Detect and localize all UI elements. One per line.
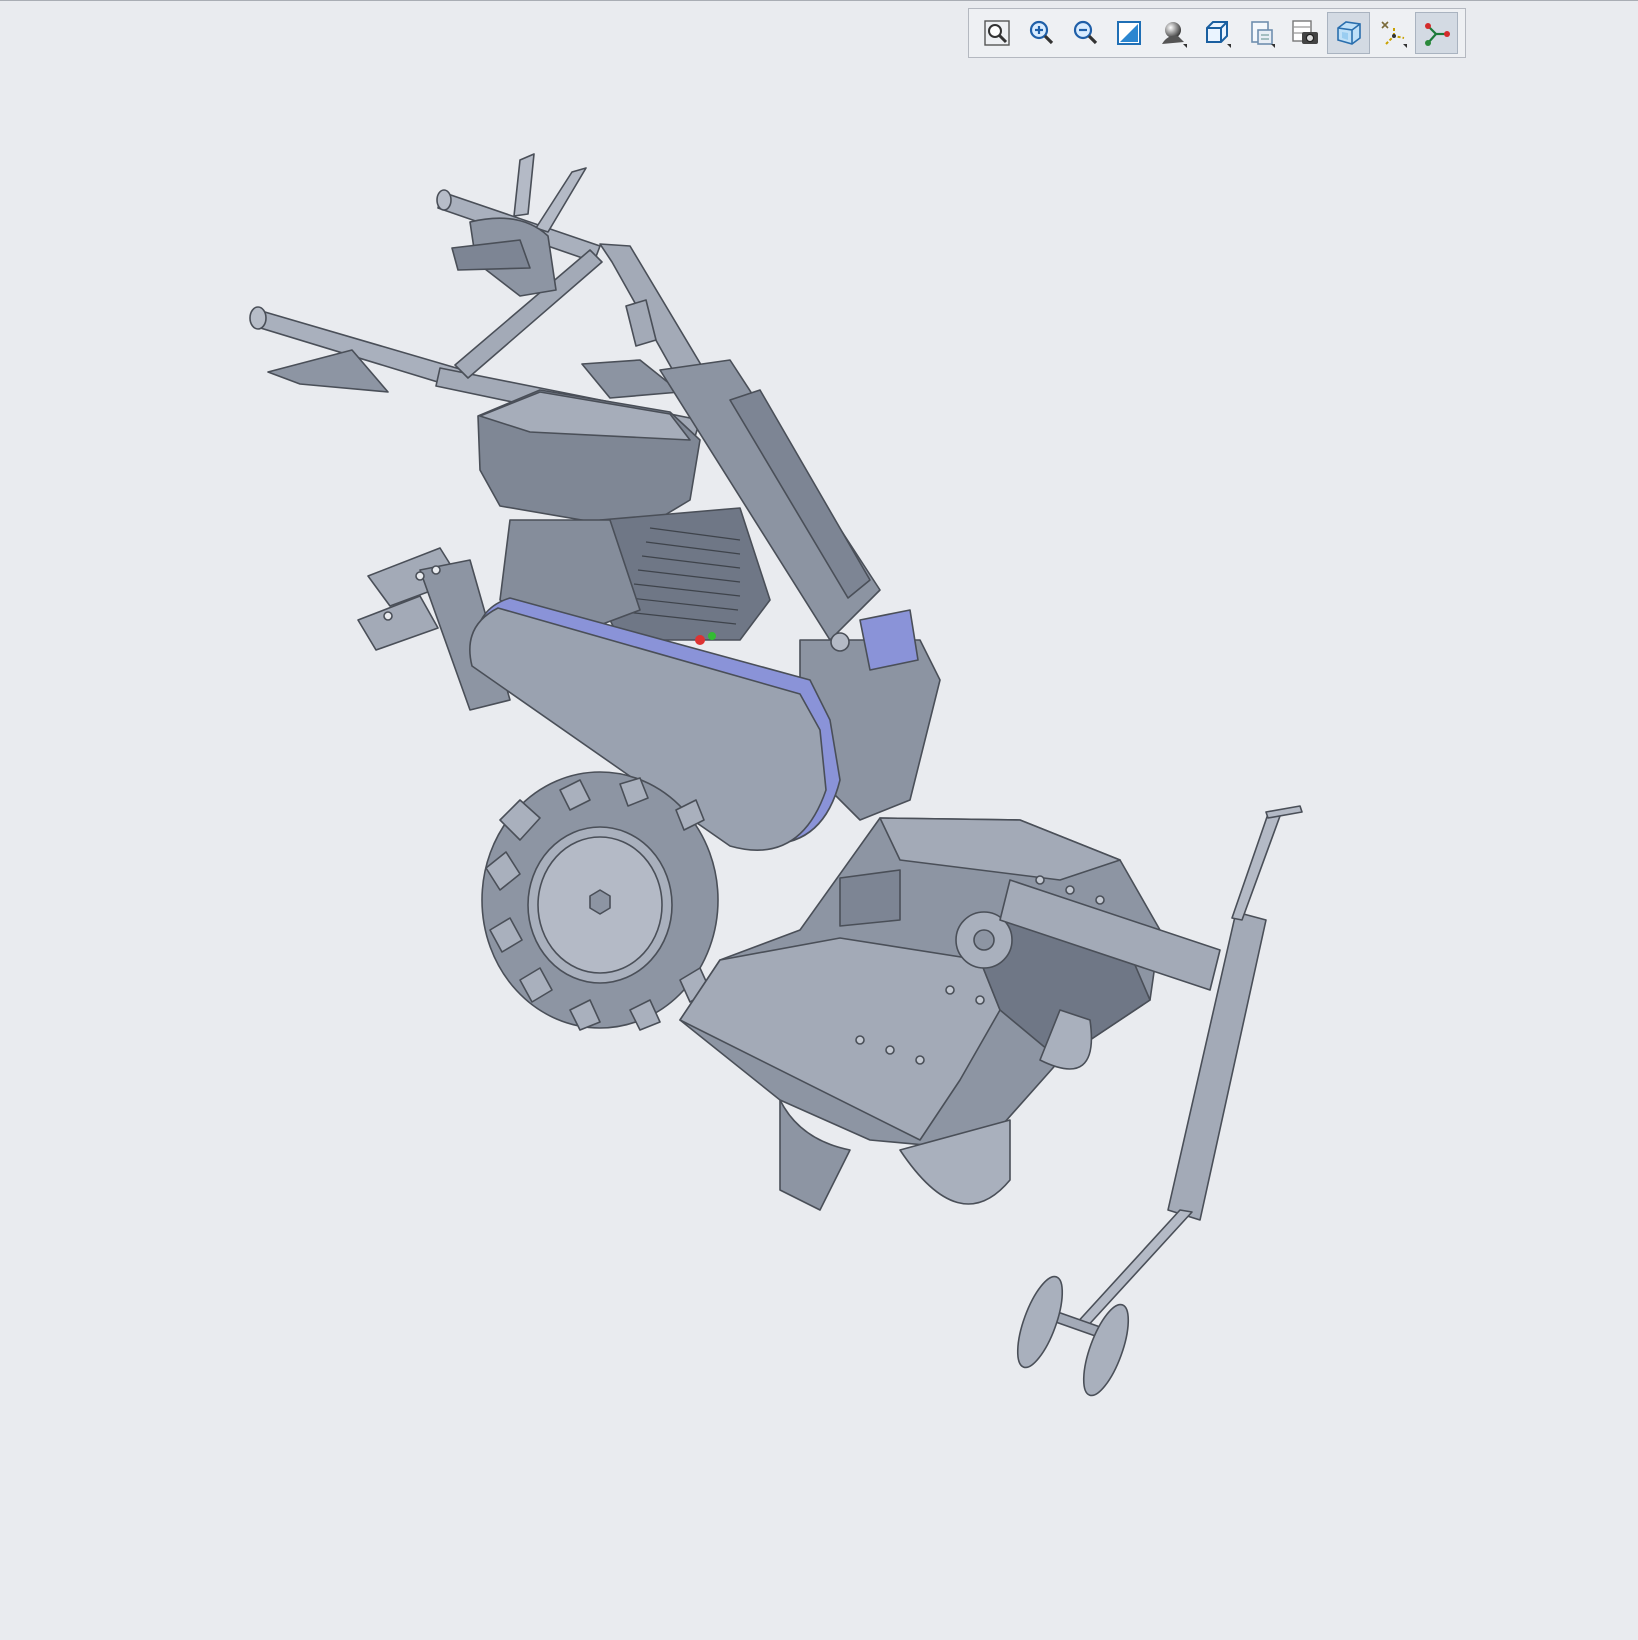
view-toolbar xyxy=(968,8,1466,58)
zoom-fit-button[interactable] xyxy=(975,12,1018,54)
spin-center-icon xyxy=(1424,23,1450,46)
tiller-model xyxy=(249,153,1303,1397)
saved-views-button[interactable] xyxy=(1195,12,1238,54)
model-viewport[interactable] xyxy=(0,60,1638,1636)
chevron-down-icon xyxy=(1183,44,1187,48)
handlebar-assembly xyxy=(249,153,741,441)
chevron-down-icon xyxy=(1271,44,1275,48)
view-manager-button[interactable] xyxy=(1239,12,1282,54)
window-top-border xyxy=(0,0,1638,1)
chevron-down-icon xyxy=(1403,44,1407,48)
zoom-fit-icon xyxy=(983,20,1010,46)
appearance-button[interactable] xyxy=(1283,12,1326,54)
tiller-hood xyxy=(679,817,1161,1211)
display-style-button[interactable] xyxy=(1151,12,1194,54)
annotation-display-button[interactable] xyxy=(1415,12,1458,54)
camera-icon xyxy=(1291,20,1318,44)
drive-wheel xyxy=(481,771,719,1031)
zoom-in-button[interactable] xyxy=(1019,12,1062,54)
depth-stake-assembly xyxy=(999,805,1303,1397)
zoom-out-icon xyxy=(1073,20,1097,45)
zoom-out-button[interactable] xyxy=(1063,12,1106,54)
repaint-button[interactable] xyxy=(1107,12,1150,54)
chevron-down-icon xyxy=(1227,44,1231,48)
perspective-button[interactable] xyxy=(1327,12,1370,54)
perspective-cube-icon xyxy=(1336,21,1361,45)
datum-display-button[interactable] xyxy=(1371,12,1414,54)
repaint-icon xyxy=(1116,21,1141,45)
zoom-in-icon xyxy=(1029,20,1053,45)
